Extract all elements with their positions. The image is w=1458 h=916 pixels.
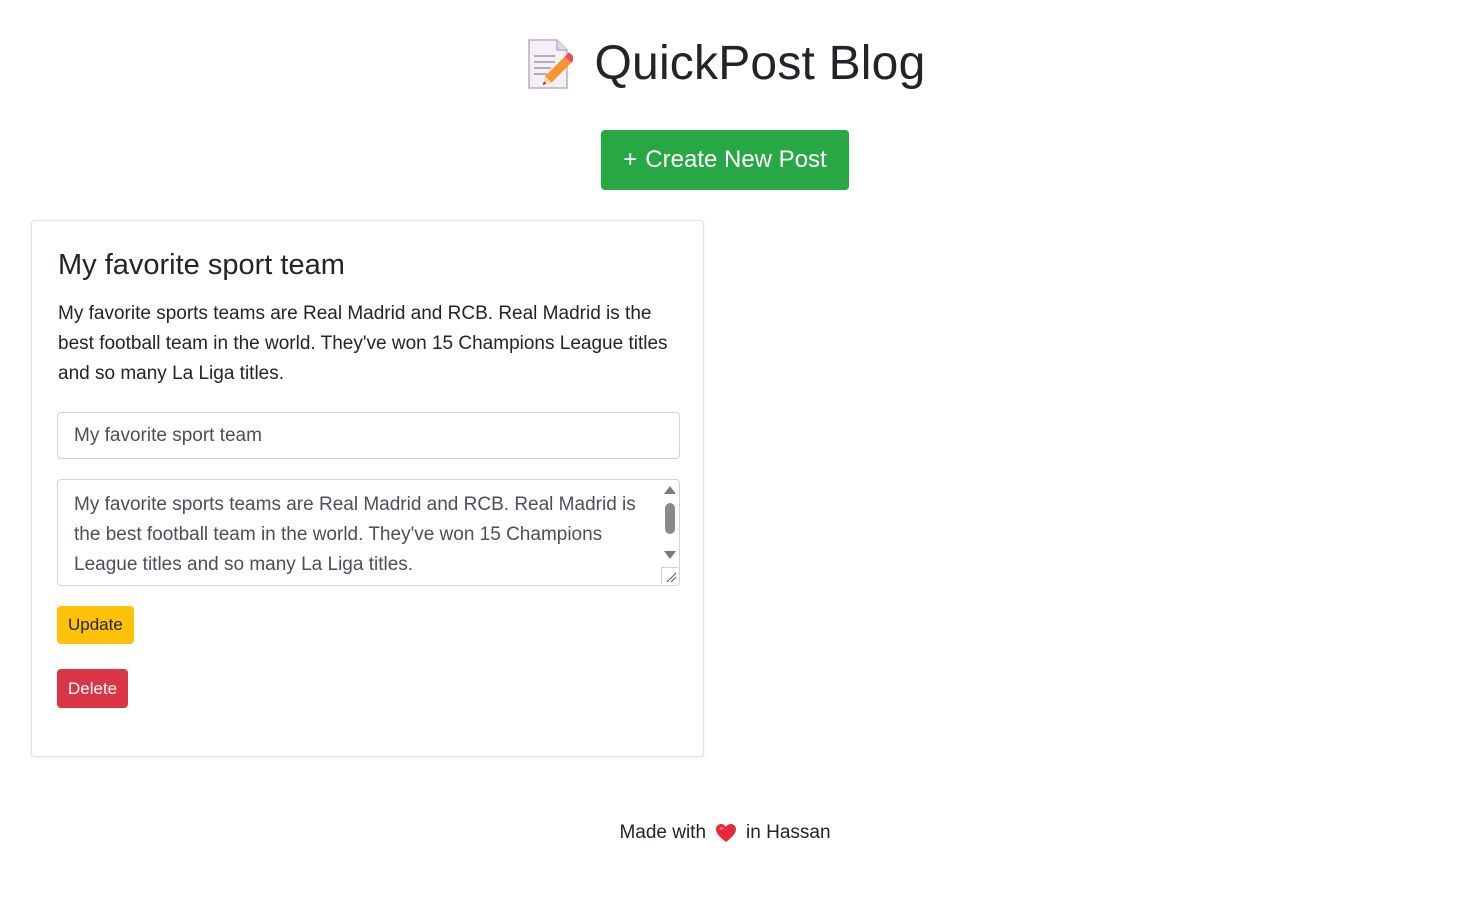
resize-handle-icon[interactable] [661, 567, 678, 584]
create-new-post-label: Create New Post [645, 146, 827, 173]
footer-prefix: Made with [619, 822, 707, 843]
scroll-up-arrow-icon[interactable] [664, 486, 676, 494]
post-card: My favorite sport team My favorite sport… [31, 220, 704, 757]
scroll-thumb[interactable] [665, 503, 675, 534]
footer-suffix: in Hassan [746, 822, 831, 843]
plus-icon: + [623, 146, 638, 173]
footer: Made with in Hassan [0, 822, 1450, 844]
post-body: My favorite sports teams are Real Madrid… [58, 303, 668, 384]
page: QuickPost Blog + Create New Post My favo… [0, 0, 1458, 916]
update-button[interactable]: Update [57, 606, 134, 644]
edit-content-textarea[interactable]: My favorite sports teams are Real Madrid… [58, 480, 658, 585]
edit-content-field[interactable]: My favorite sports teams are Real Madrid… [57, 479, 680, 586]
page-title: QuickPost Blog [594, 37, 926, 90]
page-header: QuickPost Blog [0, 37, 1450, 91]
post-title: My favorite sport team [58, 249, 345, 281]
memo-icon [527, 39, 573, 90]
delete-button[interactable]: Delete [57, 669, 129, 708]
heart-icon [716, 824, 737, 842]
create-new-post-button[interactable]: + Create New Post [601, 130, 849, 190]
edit-title-input[interactable] [57, 412, 680, 459]
scroll-down-arrow-icon[interactable] [664, 551, 676, 559]
